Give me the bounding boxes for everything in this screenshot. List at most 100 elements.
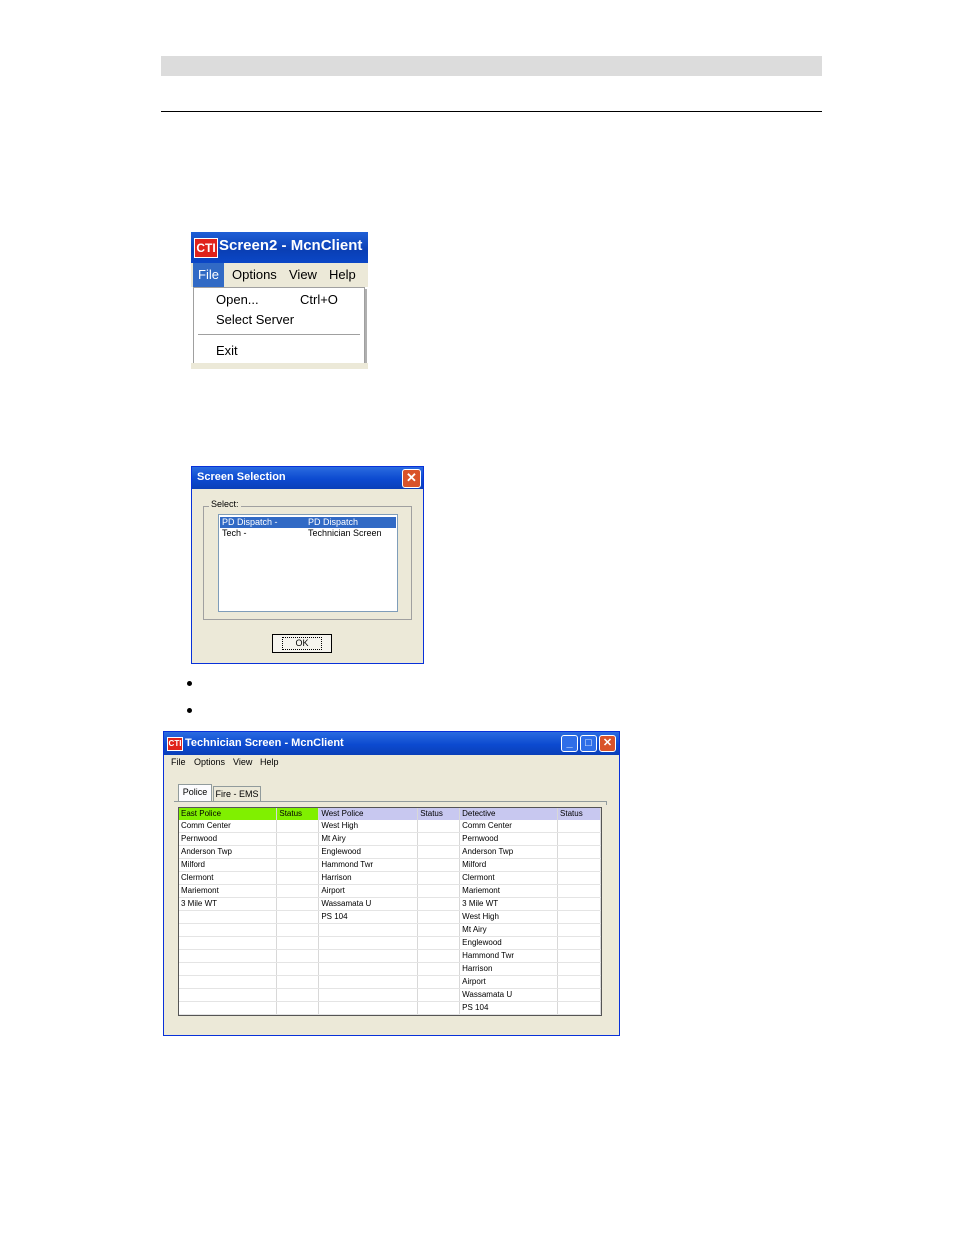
table-cell bbox=[318, 1001, 419, 1015]
table-cell bbox=[557, 923, 601, 937]
table-cell bbox=[417, 936, 461, 950]
menu-item-open-shortcut: Ctrl+O bbox=[300, 292, 338, 307]
window-title: Screen2 - McnClient bbox=[219, 237, 363, 254]
table-cell bbox=[557, 884, 601, 898]
ok-button-label: OK bbox=[282, 637, 322, 650]
table-row: Englewood bbox=[179, 936, 601, 950]
column-header: Status bbox=[276, 808, 320, 820]
table-cell bbox=[318, 923, 419, 937]
table-cell bbox=[557, 910, 601, 924]
table-row: PS 104 West High bbox=[179, 910, 601, 924]
tab-police[interactable]: Police bbox=[178, 784, 212, 801]
cti-logo-icon: CTI bbox=[167, 737, 183, 751]
table-cell bbox=[276, 858, 320, 872]
table-cell: Wassamata U bbox=[318, 897, 419, 911]
table-cell: Harrison bbox=[318, 871, 419, 885]
table-cell bbox=[557, 820, 601, 833]
table-cell: Harrison bbox=[459, 962, 559, 976]
table-cell bbox=[276, 897, 320, 911]
close-icon[interactable]: ✕ bbox=[599, 735, 616, 752]
menu-options[interactable]: Options bbox=[232, 263, 277, 287]
table-header-row: East Police Status West Police Status Detect… bbox=[179, 808, 601, 820]
table-cell: PS 104 bbox=[318, 910, 419, 924]
file-menu-screenshot: CTI Screen2 - McnClient File Options Vie… bbox=[191, 232, 368, 369]
ok-button[interactable]: OK bbox=[272, 634, 332, 653]
table-cell: Pernwood bbox=[459, 832, 559, 846]
file-dropdown: Open... Ctrl+O Select Server Exit bbox=[193, 287, 365, 365]
column-header: Status bbox=[417, 808, 461, 820]
table-cell: Mt Airy bbox=[318, 832, 419, 846]
table-cell bbox=[276, 1001, 320, 1015]
table-cell bbox=[276, 871, 320, 885]
table-row: 3 Mile WT Wassamata U 3 Mile WT bbox=[179, 897, 601, 911]
bullet-icon bbox=[187, 708, 192, 713]
table-cell bbox=[557, 975, 601, 989]
table-cell: Comm Center bbox=[459, 820, 559, 833]
table-cell: Mariemont bbox=[179, 884, 278, 898]
table-cell bbox=[276, 975, 320, 989]
menu-item-open[interactable]: Open... bbox=[216, 292, 259, 307]
table-cell bbox=[318, 949, 419, 963]
table-row: Pernwood Mt Airy Pernwood bbox=[179, 832, 601, 846]
screen-listbox[interactable]: PD Dispatch - PD Dispatch Tech - Technic… bbox=[218, 514, 398, 612]
table-cell bbox=[318, 975, 419, 989]
table-cell: Clermont bbox=[459, 871, 559, 885]
menu-help[interactable]: Help bbox=[329, 263, 356, 287]
table-cell bbox=[417, 975, 461, 989]
menu-options[interactable]: Options bbox=[194, 757, 225, 767]
table-cell bbox=[417, 858, 461, 872]
table-cell bbox=[417, 871, 461, 885]
table-cell bbox=[276, 962, 320, 976]
menu-view[interactable]: View bbox=[289, 263, 317, 287]
table-cell bbox=[318, 936, 419, 950]
title-bar: CTI Screen2 - McnClient bbox=[191, 232, 368, 263]
table-cell: Pernwood bbox=[179, 832, 278, 846]
window-title: Technician Screen - McnClient bbox=[185, 737, 344, 749]
tab-fire-ems[interactable]: Fire - EMS bbox=[213, 786, 261, 801]
table-cell bbox=[276, 949, 320, 963]
table-cell bbox=[179, 949, 278, 963]
table-cell bbox=[417, 897, 461, 911]
table-cell bbox=[276, 910, 320, 924]
table-cell: 3 Mile WT bbox=[179, 897, 278, 911]
table-cell bbox=[276, 832, 320, 846]
menu-bar: File Options View Help bbox=[191, 263, 368, 287]
bullet-icon bbox=[187, 681, 192, 686]
maximize-icon[interactable]: □ bbox=[580, 735, 597, 752]
table-cell bbox=[417, 910, 461, 924]
list-item-desc: Technician Screen bbox=[308, 528, 382, 538]
table-cell: Hammond Twr bbox=[318, 858, 419, 872]
table-cell bbox=[276, 936, 320, 950]
minimize-icon[interactable]: _ bbox=[561, 735, 578, 752]
table-cell bbox=[557, 858, 601, 872]
table-cell bbox=[557, 897, 601, 911]
table-cell bbox=[179, 1001, 278, 1015]
table-cell bbox=[179, 936, 278, 950]
menu-view[interactable]: View bbox=[233, 757, 252, 767]
menu-file[interactable]: File bbox=[171, 757, 186, 767]
menu-item-select-server[interactable]: Select Server bbox=[216, 312, 294, 327]
table-cell bbox=[417, 962, 461, 976]
table-cell bbox=[557, 988, 601, 1002]
table-cell bbox=[417, 923, 461, 937]
menu-help[interactable]: Help bbox=[260, 757, 279, 767]
menu-item-exit[interactable]: Exit bbox=[216, 343, 238, 358]
table-cell bbox=[276, 988, 320, 1002]
status-grid: East Police Status West Police Status Detect… bbox=[178, 807, 602, 1016]
table-row: Milford Hammond Twr Milford bbox=[179, 858, 601, 872]
table-row: Wassamata U bbox=[179, 988, 601, 1002]
list-item[interactable]: Tech - Technician Screen bbox=[220, 528, 396, 539]
menu-file[interactable]: File bbox=[193, 263, 224, 287]
header-rule bbox=[161, 111, 822, 112]
column-header: Status bbox=[557, 808, 601, 820]
table-cell bbox=[417, 988, 461, 1002]
table-cell: West High bbox=[318, 820, 419, 833]
tab-panel-border bbox=[174, 801, 607, 805]
cti-logo-icon: CTI bbox=[194, 238, 218, 258]
list-item-desc: PD Dispatch bbox=[308, 517, 359, 527]
table-cell bbox=[179, 975, 278, 989]
table-row: Anderson Twp Englewood Anderson Twp bbox=[179, 845, 601, 859]
menu-bar: File Options View Help bbox=[164, 755, 619, 771]
list-item[interactable]: PD Dispatch - PD Dispatch bbox=[220, 517, 396, 528]
close-icon[interactable]: ✕ bbox=[402, 469, 421, 488]
